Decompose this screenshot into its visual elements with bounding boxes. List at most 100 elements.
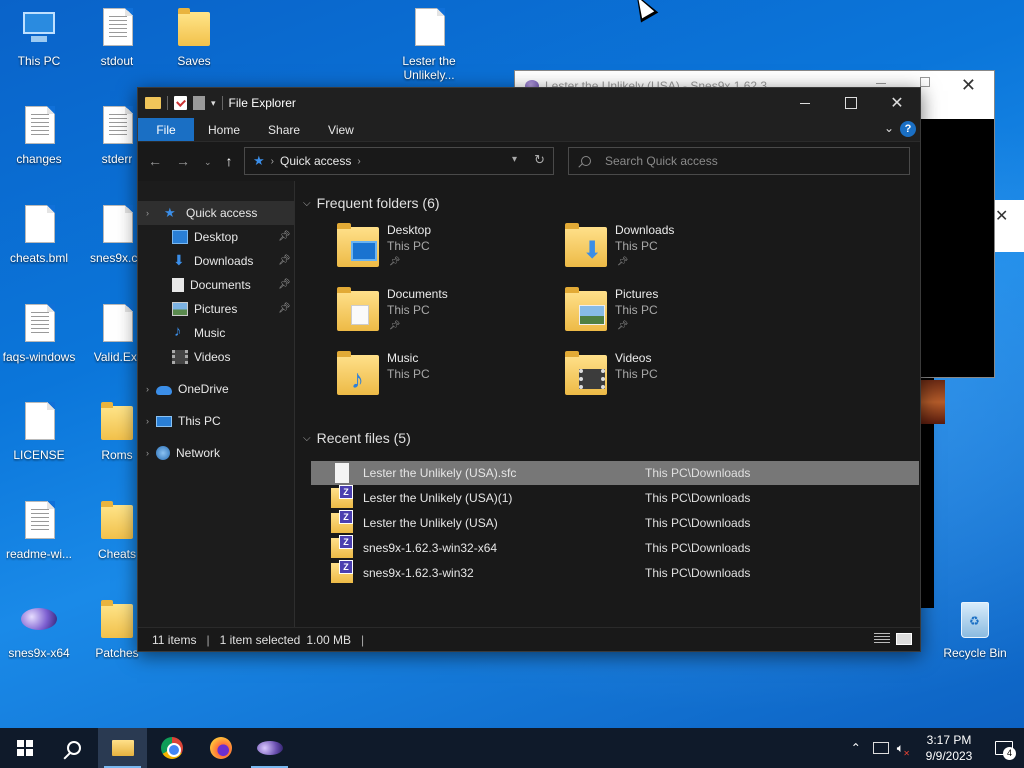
tab-share[interactable]: Share (254, 118, 314, 141)
start-button[interactable] (0, 728, 49, 768)
recent-file-row[interactable]: snes9x-1.62.3-win32 This PC\Downloads (311, 560, 919, 585)
star-icon: ★ (253, 153, 265, 168)
minimize-icon[interactable] (876, 83, 886, 84)
sidebar-item-this-pc[interactable]: › This PC (138, 409, 294, 433)
recycle-bin-icon: ♻ (955, 598, 995, 642)
snes9x-icon (19, 598, 59, 642)
close-button[interactable]: ✕ (874, 88, 920, 118)
action-center-button[interactable]: 4 (984, 728, 1024, 768)
large-icons-view-icon[interactable] (896, 633, 912, 645)
volume-muted-icon[interactable]: 🔈︎ ✕ (897, 741, 910, 758)
tab-home[interactable]: Home (194, 118, 254, 141)
tab-view[interactable]: View (314, 118, 368, 141)
up-arrow-icon[interactable]: ↑ (226, 153, 233, 169)
desktop-icon-file-3[interactable]: Lester the Unlikely... (391, 6, 467, 82)
sidebar-item-music[interactable]: Music (138, 321, 294, 345)
explorer-titlebar[interactable]: ▾ File Explorer ✕ (138, 88, 920, 118)
pin-icon[interactable]: 📌︎ (278, 255, 291, 266)
sidebar-item-documents[interactable]: Documents 📌︎ (138, 273, 294, 297)
view-modes (874, 633, 912, 645)
frequent-folder-videos[interactable]: Videos This PC (565, 351, 785, 407)
expand-ribbon-icon[interactable]: ⌄ (884, 121, 894, 135)
desktop-icon-pc-0[interactable]: This PC (1, 6, 77, 68)
ribbon-tabs: File Home Share View ⌄ ? (138, 118, 920, 142)
sidebar-item-pictures[interactable]: Pictures 📌︎ (138, 297, 294, 321)
chevron-down-icon[interactable]: ▾ (211, 98, 216, 109)
recent-file-row[interactable]: Lester the Unlikely (USA).sfc This PC\Dow… (311, 461, 919, 485)
file-icon (19, 203, 59, 247)
sidebar-item-videos[interactable]: Videos (138, 345, 294, 369)
recent-file-row[interactable]: Lester the Unlikely (USA) This PC\Downloa… (311, 510, 919, 535)
close-icon[interactable]: ✕ (961, 75, 976, 96)
breadcrumb-separator-icon[interactable]: › (357, 156, 360, 167)
text-file-icon (97, 6, 137, 50)
clock-date: 9/9/2023 (925, 749, 973, 763)
search-button[interactable] (49, 728, 98, 768)
tab-file[interactable]: File (138, 118, 194, 141)
pin-icon[interactable]: 📌︎ (278, 279, 291, 290)
desktop-icon-text-file-8[interactable]: faqs-windows (1, 302, 77, 364)
frequent-folder-pictures[interactable]: Pictures This PC 📌︎ (565, 287, 785, 343)
expand-icon[interactable]: › (146, 416, 149, 426)
desktop-icon-recycle-bin-16[interactable]: ♻ Recycle Bin (937, 598, 1013, 660)
collapse-icon[interactable]: ⌵ (303, 198, 311, 209)
frequent-folders-header[interactable]: ⌵ Frequent folders (6) (303, 195, 440, 211)
address-history-icon[interactable]: ▾ (512, 154, 517, 165)
desktop-icon-folder-2[interactable]: Saves (156, 6, 232, 68)
desktop-icon-text-file-12[interactable]: readme-wi... (1, 499, 77, 561)
properties-icon[interactable] (174, 96, 187, 110)
taskbar-chrome[interactable] (147, 728, 196, 768)
zip-folder-icon (331, 485, 353, 508)
taskbar-snes9x[interactable] (245, 728, 294, 768)
desktop-icon-snes9x-14[interactable]: snes9x-x64 (1, 598, 77, 660)
mouse-cursor-icon (628, 0, 659, 23)
taskbar-file-explorer[interactable] (98, 728, 147, 768)
clock[interactable]: 3:17 PM 9/9/2023 (914, 732, 984, 764)
close-icon[interactable]: ✕ (995, 206, 1008, 226)
pin-icon[interactable]: 📌︎ (278, 303, 291, 314)
collapse-icon[interactable]: ⌵ (303, 433, 311, 444)
search-icon (66, 741, 81, 755)
frequent-folder-music[interactable]: ♪ Music This PC (337, 351, 557, 407)
network-icon[interactable] (872, 742, 889, 754)
back-arrow-icon[interactable]: ← (148, 153, 162, 169)
breadcrumb-quick-access[interactable]: Quick access (280, 154, 351, 168)
desktop-icon-file-10[interactable]: LICENSE (1, 400, 77, 462)
refresh-icon[interactable]: ↻ (534, 152, 545, 168)
minimize-button[interactable] (782, 88, 828, 118)
pin-icon[interactable]: 📌︎ (278, 231, 291, 242)
forward-arrow-icon[interactable]: → (176, 153, 190, 169)
maximize-icon[interactable] (920, 77, 930, 87)
desktop-icon-file-6[interactable]: cheats.bml (1, 203, 77, 265)
sidebar-item-onedrive[interactable]: › OneDrive (138, 377, 294, 401)
details-view-icon[interactable] (874, 633, 890, 645)
recent-file-row[interactable]: Lester the Unlikely (USA)(1) This PC\Down… (311, 485, 919, 510)
taskbar-firefox[interactable] (196, 728, 245, 768)
chrome-icon (160, 737, 183, 759)
file-explorer-window[interactable]: ▾ File Explorer ✕ File Home Share View ⌄… (137, 87, 921, 652)
sidebar-item-desktop[interactable]: Desktop 📌︎ (138, 225, 294, 249)
recent-file-row[interactable]: snes9x-1.62.3-win32-x64 This PC\Downloads (311, 535, 919, 560)
breadcrumb-separator-icon[interactable]: › (271, 156, 274, 167)
sidebar-item-quick-access[interactable]: › ★ Quick access (138, 201, 294, 225)
item-count: 11 items (152, 632, 197, 647)
address-bar[interactable]: ★ › Quick access › ▾ ↻ (244, 147, 554, 175)
desktop-icon-text-file-4[interactable]: changes (1, 104, 77, 166)
expand-icon[interactable]: › (146, 448, 149, 458)
expand-icon[interactable]: › (146, 208, 149, 218)
frequent-folder-desktop[interactable]: Desktop This PC 📌︎ (337, 223, 557, 279)
desktop-icon-text-file-1[interactable]: stdout (79, 6, 155, 68)
new-folder-icon[interactable] (193, 96, 205, 110)
frequent-folder-downloads[interactable]: ⬇ Downloads This PC 📌︎ (565, 223, 785, 279)
sidebar-item-downloads[interactable]: Downloads 📌︎ (138, 249, 294, 273)
show-hidden-icons-icon[interactable]: ⌃ (851, 741, 861, 755)
recent-files-header[interactable]: ⌵ Recent files (5) (303, 430, 411, 446)
sidebar-item-network[interactable]: › Network (138, 441, 294, 465)
help-icon[interactable]: ? (900, 121, 916, 137)
search-input[interactable] (605, 154, 885, 168)
maximize-button[interactable] (828, 88, 874, 118)
search-box[interactable] (568, 147, 910, 175)
recent-locations-icon[interactable]: ⌄ (204, 157, 212, 169)
expand-icon[interactable]: › (146, 384, 149, 394)
frequent-folder-documents[interactable]: Documents This PC 📌︎ (337, 287, 557, 343)
